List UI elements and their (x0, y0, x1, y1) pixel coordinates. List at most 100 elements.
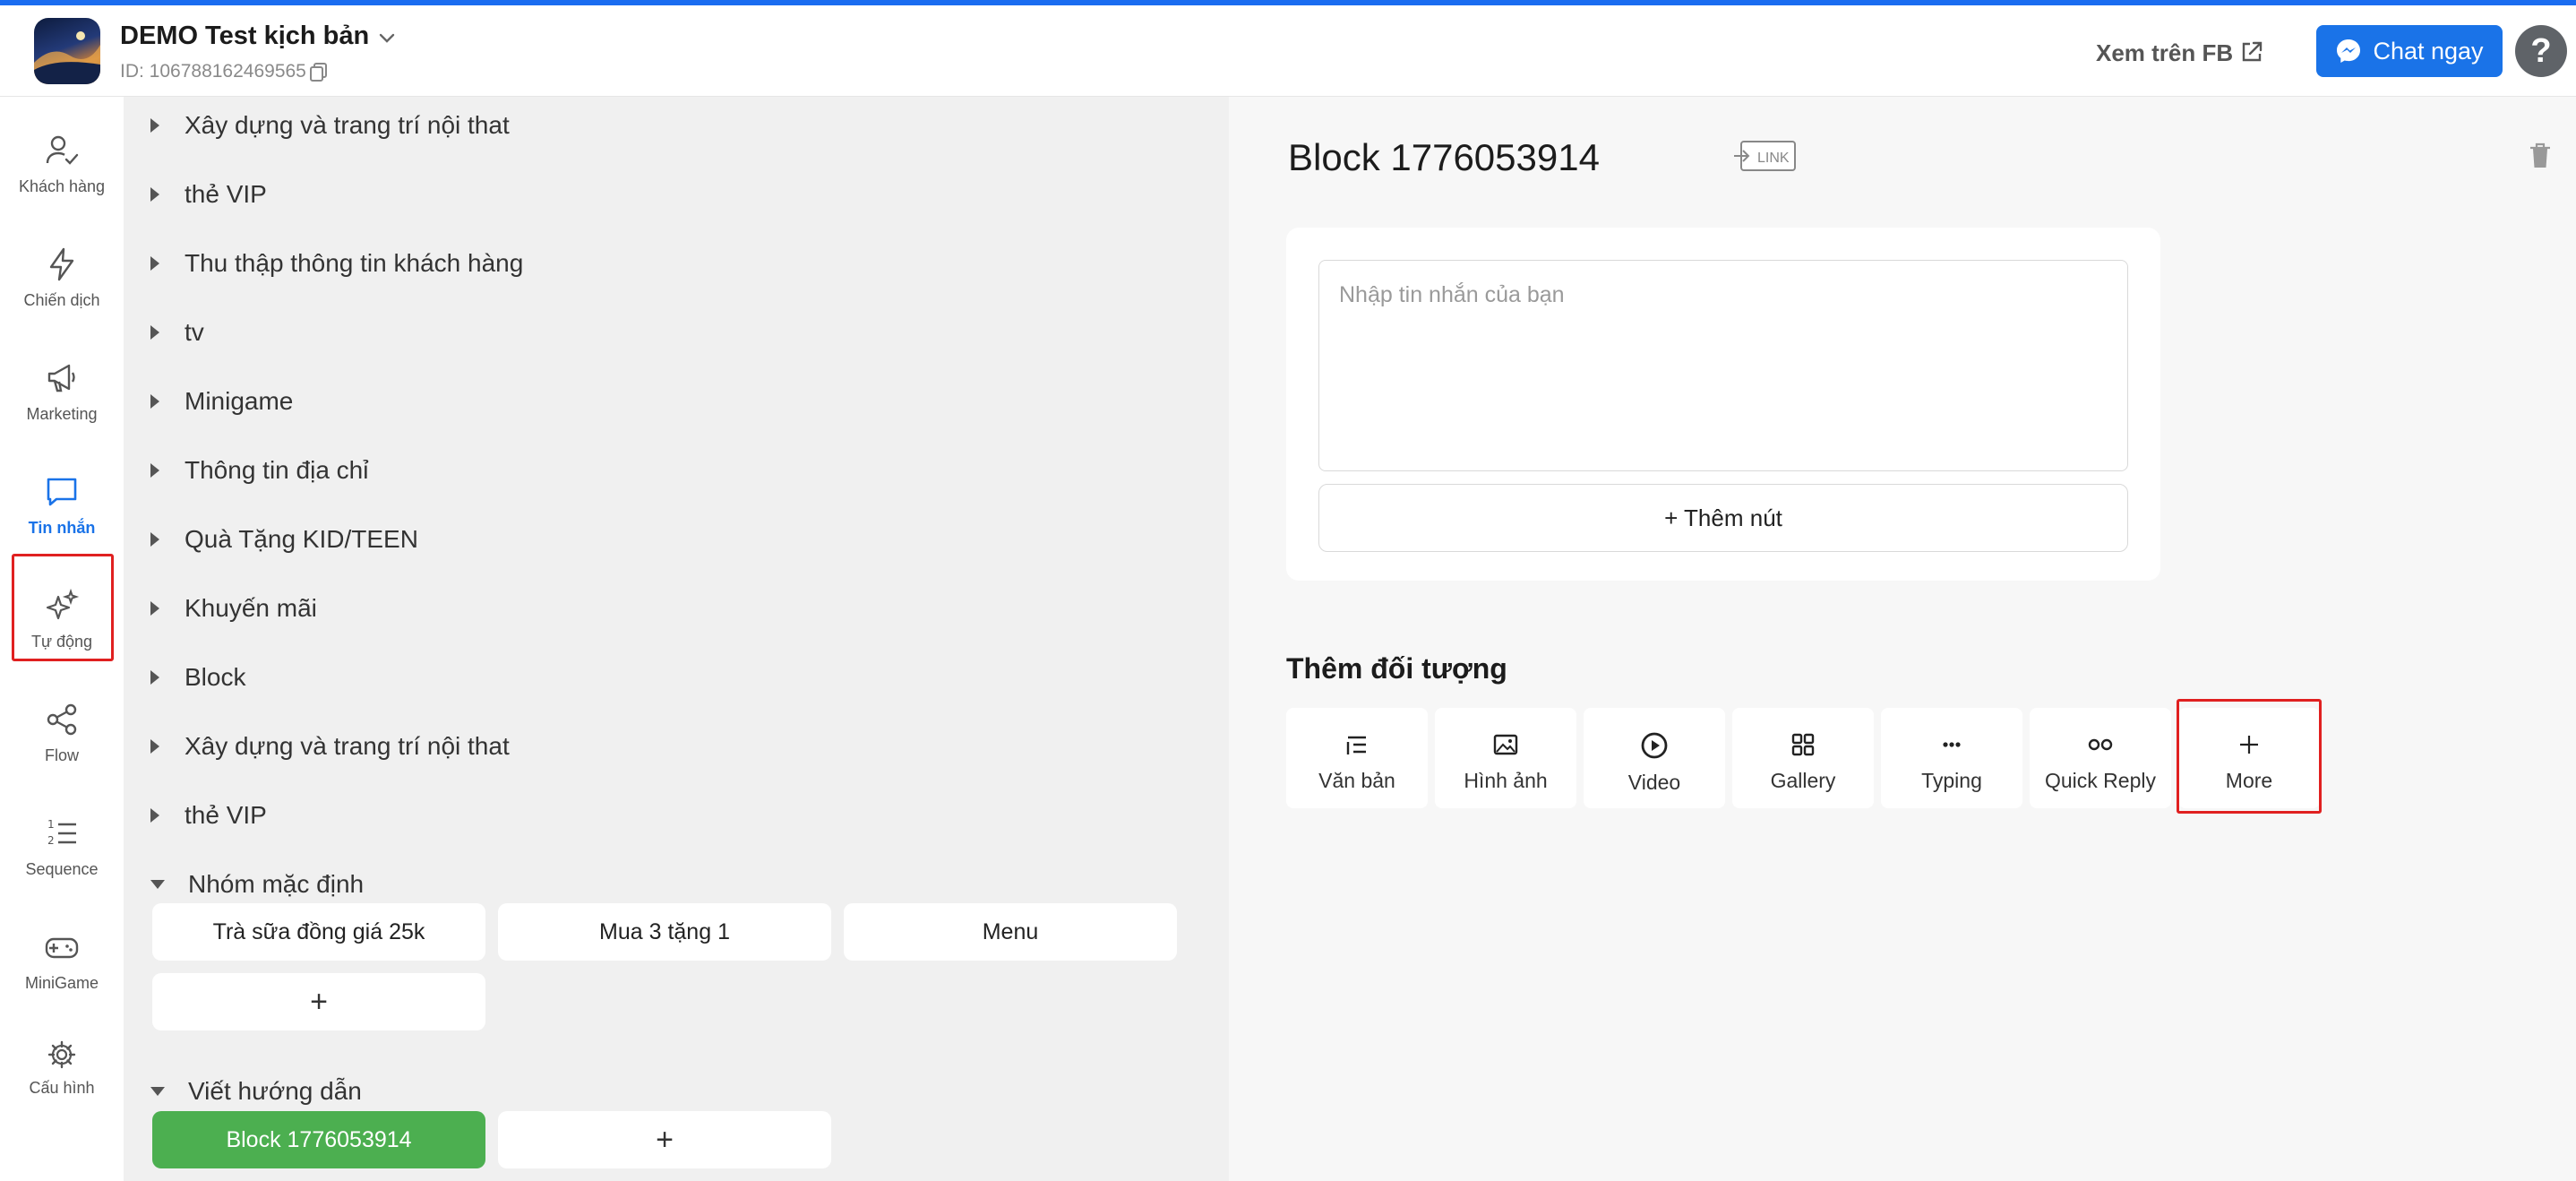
block-button[interactable]: Mua 3 tặng 1 (498, 903, 831, 961)
page-id: ID: 106788162469565 (120, 61, 306, 82)
share-nodes-icon (47, 703, 77, 736)
add-text-button[interactable]: Văn bản (1286, 708, 1428, 808)
add-button-button[interactable]: + Thêm nút (1318, 484, 2128, 552)
group-name: Thu thập thông tin khách hàng (185, 249, 524, 277)
group-name: Quà Tặng KID/TEEN (185, 525, 418, 553)
sidebar-item-label: Khách hàng (18, 177, 106, 195)
group-name: thẻ VIP (185, 801, 267, 829)
copy-icon[interactable] (310, 63, 328, 82)
highlight-box (2177, 699, 2322, 814)
sidebar-item-sequence[interactable]: 1 2 Sequence (0, 815, 124, 923)
header: DEMO Test kịch bản ID: 106788162469565 X… (0, 5, 2576, 97)
group-row[interactable]: Khuyến mãi (150, 590, 317, 626)
caret-right-icon (150, 187, 159, 202)
object-label: Typing (1921, 769, 1982, 792)
sidebar-item-label: Flow (44, 746, 79, 764)
message-card: + Thêm nút (1286, 228, 2160, 581)
sidebar-item-label: MiniGame (24, 974, 99, 992)
caret-right-icon (150, 118, 159, 133)
chat-now-label: Chat ngay (2373, 37, 2484, 65)
group-row[interactable]: Block (150, 659, 245, 695)
group-name: tv (185, 318, 204, 346)
add-block-button[interactable]: + (498, 1111, 831, 1168)
messenger-icon (2337, 39, 2361, 63)
svg-text:2: 2 (47, 834, 55, 847)
play-circle-icon (1641, 732, 1668, 759)
page-name[interactable]: DEMO Test kịch bản (120, 22, 369, 51)
help-button[interactable]: ? (2515, 25, 2567, 77)
group-name: Nhóm mặc định (188, 870, 365, 898)
sidebar-item-marketing[interactable]: Marketing (0, 360, 124, 468)
sidebar-item-minigame[interactable]: MiniGame (0, 929, 124, 1037)
gamepad-icon (45, 937, 79, 959)
svg-text:1: 1 (47, 818, 55, 831)
message-input[interactable] (1318, 260, 2128, 471)
group-row[interactable]: Thông tin địa chỉ (150, 453, 368, 488)
group-name: Viết hướng dẫn (188, 1077, 362, 1105)
add-gallery-button[interactable]: Gallery (1732, 708, 1874, 808)
add-video-button[interactable]: Video (1584, 708, 1725, 808)
group-name: Block (185, 663, 246, 691)
group-row-default[interactable]: Nhóm mặc định (150, 866, 364, 902)
sidebar-item-campaigns[interactable]: Chiến dịch (0, 246, 124, 354)
caret-down-icon (150, 1087, 165, 1096)
block-title[interactable]: Block 1776053914 (1288, 136, 1600, 179)
sidebar-item-automation[interactable]: Tự động (0, 588, 124, 695)
add-quick-reply-button[interactable]: Quick Reply (2030, 708, 2171, 808)
caret-right-icon (150, 670, 159, 685)
object-label: Gallery (1770, 769, 1836, 792)
group-row[interactable]: Xây dựng và trang trí nội that (150, 108, 510, 143)
caret-right-icon (150, 808, 159, 823)
link-icon[interactable]: LINK (1732, 138, 1799, 174)
group-row[interactable]: Minigame (150, 384, 293, 419)
external-link-icon[interactable] (2239, 39, 2264, 65)
sidebar-item-settings[interactable]: Cấu hình (0, 1039, 124, 1147)
sparkles-icon (46, 588, 80, 620)
caret-right-icon (150, 601, 159, 616)
group-name: Thông tin địa chỉ (185, 456, 369, 484)
block-button[interactable]: Trà sữa đồng giá 25k (152, 903, 485, 961)
page-avatar[interactable] (34, 18, 100, 84)
group-row[interactable]: Quà Tặng KID/TEEN (150, 522, 418, 557)
sidebar-item-customers[interactable]: Khách hàng (0, 133, 124, 240)
sidebar-item-flow[interactable]: Flow (0, 702, 124, 809)
user-check-icon (46, 135, 79, 165)
sidebar-item-label: Sequence (25, 860, 99, 878)
group-row[interactable]: tv (150, 315, 204, 350)
view-on-fb-link[interactable]: Xem trên FB (2096, 39, 2233, 67)
caret-right-icon (150, 394, 159, 409)
add-typing-button[interactable]: Typing (1881, 708, 2022, 808)
group-name: Khuyến mãi (185, 594, 317, 622)
group-name: Xây dựng và trang trí nội that (185, 732, 510, 760)
gear-icon (47, 1040, 76, 1069)
sidebar-item-label: Tự động (30, 633, 93, 651)
chevron-down-icon[interactable] (374, 25, 399, 50)
caret-right-icon (150, 256, 159, 271)
group-row[interactable]: thẻ VIP (150, 797, 267, 833)
sidebar-item-label: Tin nhắn (28, 519, 96, 537)
two-circles-icon (2088, 738, 2113, 751)
sidebar: Khách hàng Chiến dịch Marketing Tin nhắn… (0, 97, 124, 1181)
group-row[interactable]: thẻ VIP (150, 177, 267, 212)
block-list-panel: Xây dựng và trang trí nội that thẻ VIP T… (124, 97, 1229, 1181)
sidebar-item-label: Cấu hình (29, 1079, 95, 1097)
block-button-active[interactable]: Block 1776053914 (152, 1111, 485, 1168)
chat-bubble-icon (47, 478, 77, 506)
object-label: Hình ảnh (1464, 769, 1548, 792)
caret-right-icon (150, 739, 159, 754)
trash-icon[interactable] (2528, 142, 2553, 170)
chat-now-button[interactable]: Chat ngay (2316, 25, 2503, 77)
group-row[interactable]: Xây dựng và trang trí nội that (150, 728, 510, 764)
group-row-guide[interactable]: Viết hướng dẫn (150, 1073, 362, 1109)
grid-icon (1791, 733, 1815, 756)
text-lines-icon (1346, 736, 1366, 754)
caret-down-icon (150, 880, 165, 889)
group-row[interactable]: Thu thập thông tin khách hàng (150, 246, 523, 281)
block-editor: Block 1776053914 LINK + Thêm nút Thêm đố… (1229, 97, 2576, 1181)
object-label: Quick Reply (2045, 769, 2156, 792)
add-block-button[interactable]: + (152, 973, 485, 1030)
numbered-list-icon: 1 2 (47, 818, 76, 847)
caret-right-icon (150, 532, 159, 547)
block-button[interactable]: Menu (844, 903, 1177, 961)
add-image-button[interactable]: Hình ảnh (1435, 708, 1576, 808)
